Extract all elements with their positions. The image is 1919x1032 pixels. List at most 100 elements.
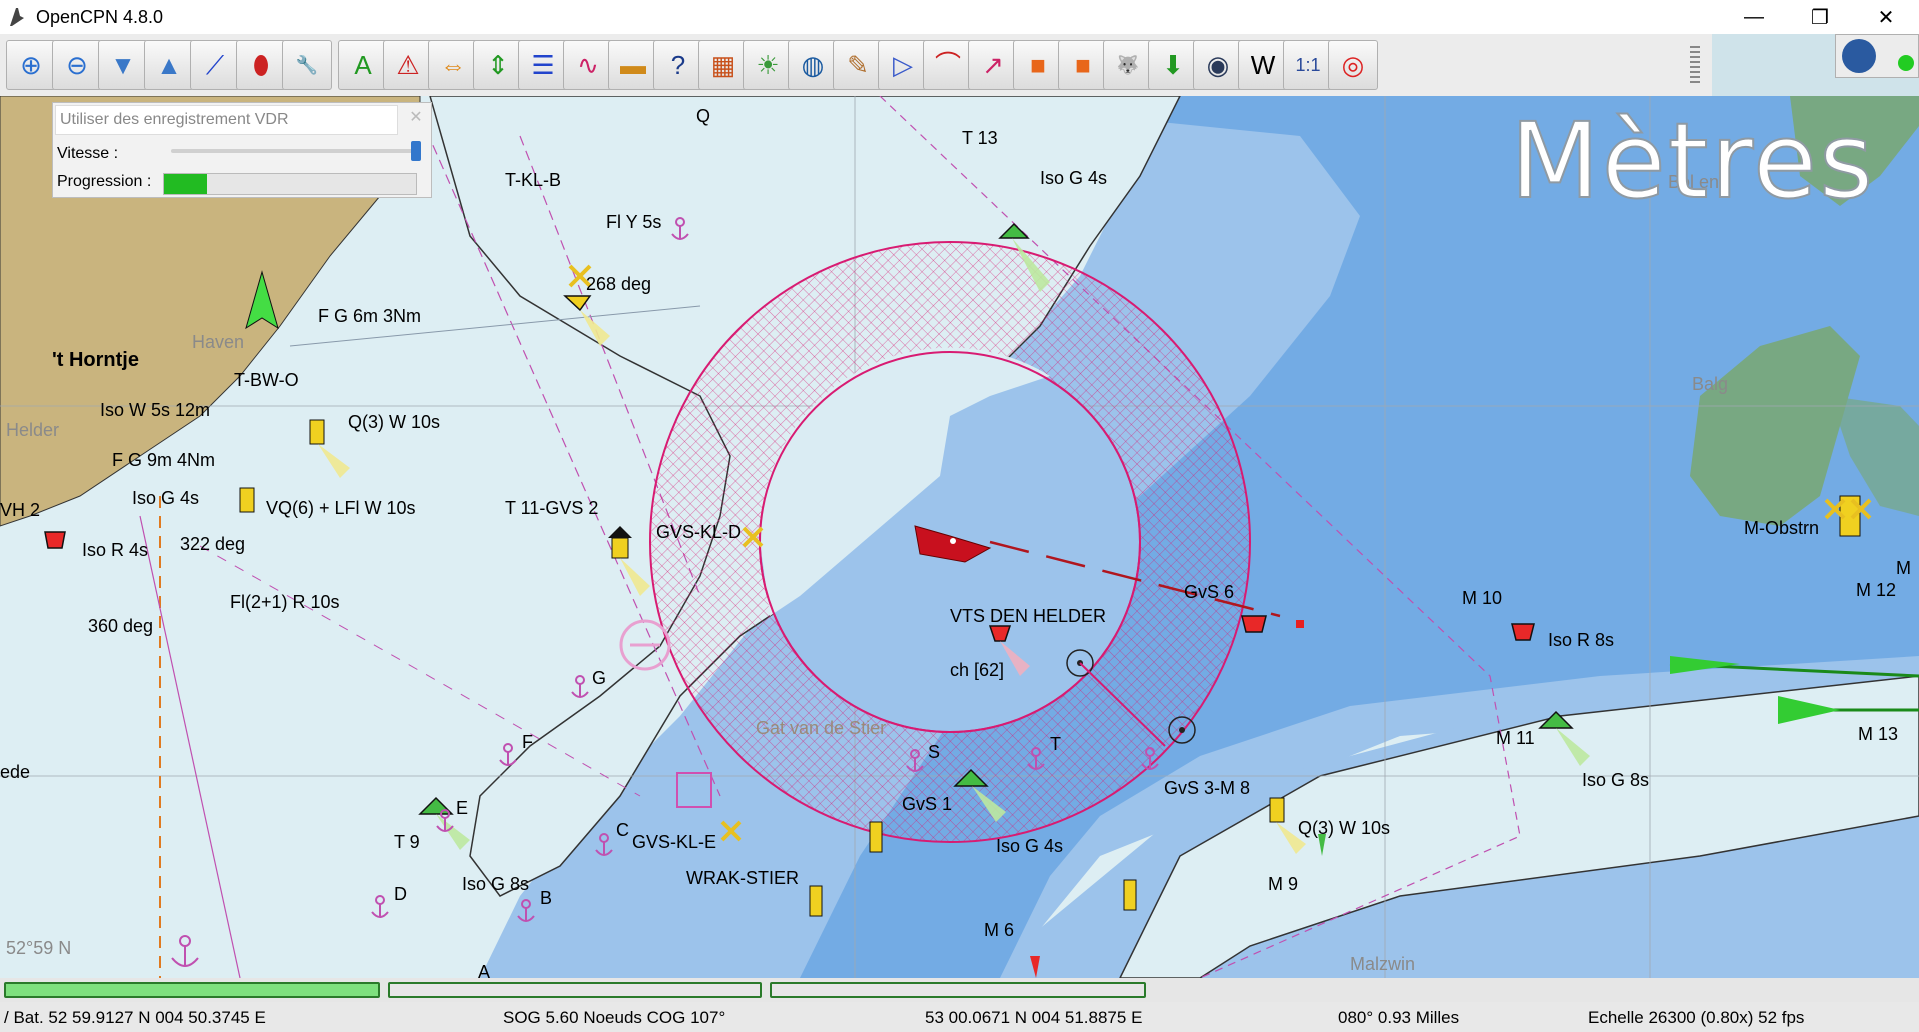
zoom-out-icon[interactable]: ⊖ (52, 40, 102, 90)
vdr-title: Utiliser des enregistrement VDR (55, 105, 398, 135)
chart-label: GvS 1 (902, 794, 952, 814)
logbook-icon[interactable]: ✎ (833, 40, 883, 90)
status-bar: / Bat. 52 59.9127 N 004 50.3745 E SOG 5.… (0, 1002, 1919, 1032)
tide-icon[interactable]: ⇔ (428, 40, 478, 90)
mark-icon[interactable]: ■ (1013, 40, 1063, 90)
mark-icon-glyph: ■ (1030, 50, 1046, 80)
weather-icon[interactable]: ☀ (743, 40, 793, 90)
tide-icon-glyph: ⇔ (440, 50, 466, 80)
dashboard-icon[interactable]: ▷ (878, 40, 928, 90)
scale-up-icon-glyph: ▲ (156, 50, 182, 80)
chart-label: Iso R 8s (1548, 630, 1614, 650)
chart-label: M 9 (1268, 874, 1298, 894)
globe-icon[interactable]: ◍ (788, 40, 838, 90)
weather-icon-glyph: ☀ (756, 50, 780, 80)
logbook-icon-glyph: ✎ (847, 50, 869, 80)
chart-label: 268 deg (586, 274, 651, 294)
drop-icon[interactable]: ⌒ (923, 40, 973, 90)
scale-down-icon-glyph: ▼ (110, 50, 136, 80)
main-toolbar: ⊕ ⊖ ▼ ▲ ⟋ ⬮ 🔧 A ⚠ ⇔ ⇕ ☰ ∿ ▬? ▦ ☀ ◍ ✎ ▷ ⌒ ↗ ■ ■ 🐺 ⬇ ◉ W 1:1 ◎ (0, 34, 1712, 97)
chart-label: GVS-KL-E (632, 832, 716, 852)
chart-drawing[interactable]: Q T 13 Iso G 4s T-KL-B Fl Y 5s 268 deg F G 6m … (0, 96, 1919, 978)
maximize-button[interactable]: ❐ (1787, 0, 1853, 34)
text-icon[interactable]: A (338, 40, 388, 90)
ais-icon-glyph: ⚠ (396, 50, 420, 80)
current-icon-glyph: ⇕ (487, 50, 509, 80)
help-icon[interactable]: ? (653, 40, 703, 90)
grib-icon[interactable]: ▦ (698, 40, 748, 90)
chart-label: T 13 (962, 128, 998, 148)
chart-label: GvS 6 (1184, 582, 1234, 602)
chart-label: Iso G 4s (132, 488, 199, 508)
chart-bar[interactable] (388, 982, 762, 998)
route-manager-icon[interactable]: ☰ (518, 40, 568, 90)
route-icon-glyph: ⟋ (205, 50, 225, 80)
chart-bar[interactable] (770, 982, 1146, 998)
chart-label: T (1050, 734, 1061, 754)
chart-bar-active[interactable] (4, 982, 380, 998)
chart-label: Iso G 4s (1040, 168, 1107, 188)
toolbar-grip[interactable] (1690, 46, 1700, 86)
status-sog-cog: SOG 5.60 Noeuds COG 107° (503, 1008, 726, 1027)
window-title: OpenCPN 4.8.0 (36, 6, 164, 27)
opencpn-app-icon (10, 8, 24, 26)
zoom-in-icon-glyph: ⊕ (20, 50, 42, 80)
depth-icon[interactable]: ▬ (608, 40, 658, 90)
chart-label: T-BW-O (234, 370, 299, 390)
scale-icon-glyph: 1:1 (1295, 55, 1321, 75)
chart-label: Helder (6, 420, 59, 440)
chart-label: 't Horntje (52, 349, 139, 371)
text-icon-glyph: A (354, 50, 372, 80)
vdr-speed-slider[interactable] (171, 141, 421, 161)
status-ownship-position: / Bat. 52 59.9127 N 004 50.3745 E (4, 1008, 266, 1027)
ais-icon[interactable]: ⚠ (383, 40, 433, 90)
chart-label: Iso R 4s (82, 540, 148, 560)
chart-label: VQ(6) + LFl W 10s (266, 498, 416, 518)
vdr-progress-label: Progression : (57, 173, 152, 190)
scale-up-icon[interactable]: ▲ (144, 40, 194, 90)
husky-icon-glyph: 🐺 (1116, 55, 1140, 75)
mark-alt-icon-glyph: ■ (1075, 50, 1091, 80)
performance-icon[interactable]: ↗ (968, 40, 1018, 90)
chart-label: Fl(2+1) R 10s (230, 592, 340, 612)
vdr-speed-thumb[interactable] (411, 141, 421, 161)
status-bearing-distance: 080° 0.93 Milles (1338, 1008, 1460, 1027)
track-icon[interactable]: ∿ (563, 40, 613, 90)
chart-label: Malzwin (1350, 954, 1415, 974)
chart-label: Balg (1692, 374, 1728, 394)
compass-icon[interactable] (1842, 39, 1876, 73)
scale-down-icon[interactable]: ▼ (98, 40, 148, 90)
lifering-icon-glyph: ◎ (1341, 50, 1365, 80)
minimize-button[interactable]: — (1721, 0, 1787, 34)
chart-label: WRAK-STIER (686, 868, 799, 888)
zoom-in-icon[interactable]: ⊕ (6, 40, 56, 90)
husky-icon[interactable]: 🐺 (1103, 40, 1153, 90)
chart-label: M 13 (1858, 724, 1898, 744)
chart-label: Q(3) W 10s (1298, 818, 1390, 838)
route-icon[interactable]: ⟋ (190, 40, 240, 90)
boat-icon[interactable]: ⬮ (236, 40, 286, 90)
settings-icon[interactable]: 🔧 (282, 40, 332, 90)
lifering-icon[interactable]: ◎ (1328, 40, 1378, 90)
chart-label: VH 2 (0, 500, 40, 520)
wmm-icon[interactable]: W (1238, 40, 1288, 90)
chart-label: D (394, 884, 407, 904)
chart-label: GVS-KL-D (656, 522, 741, 542)
download-icon[interactable]: ⬇ (1148, 40, 1198, 90)
chart-label: Iso W 5s 12m (100, 400, 210, 420)
chart-canvas[interactable]: Q T 13 Iso G 4s T-KL-B Fl Y 5s 268 deg F G 6m … (0, 96, 1919, 978)
current-icon[interactable]: ⇕ (473, 40, 523, 90)
chart-label: M 11 (1496, 728, 1535, 748)
globe-icon-glyph: ◍ (801, 50, 825, 80)
secondary-toolbar (1835, 34, 1919, 78)
close-button[interactable]: ✕ (1853, 0, 1919, 34)
vdr-close-button[interactable]: ✕ (405, 107, 427, 129)
radar-icon[interactable]: ◉ (1193, 40, 1243, 90)
chart-label: 52°59 N (6, 938, 71, 958)
chart-label: M 12 (1856, 580, 1896, 600)
chart-label: F (522, 732, 533, 752)
boat-icon-glyph: ⬮ (252, 50, 270, 80)
chart-label: T-KL-B (505, 170, 561, 190)
mark-alt-icon[interactable]: ■ (1058, 40, 1108, 90)
scale-icon[interactable]: 1:1 (1283, 40, 1333, 90)
